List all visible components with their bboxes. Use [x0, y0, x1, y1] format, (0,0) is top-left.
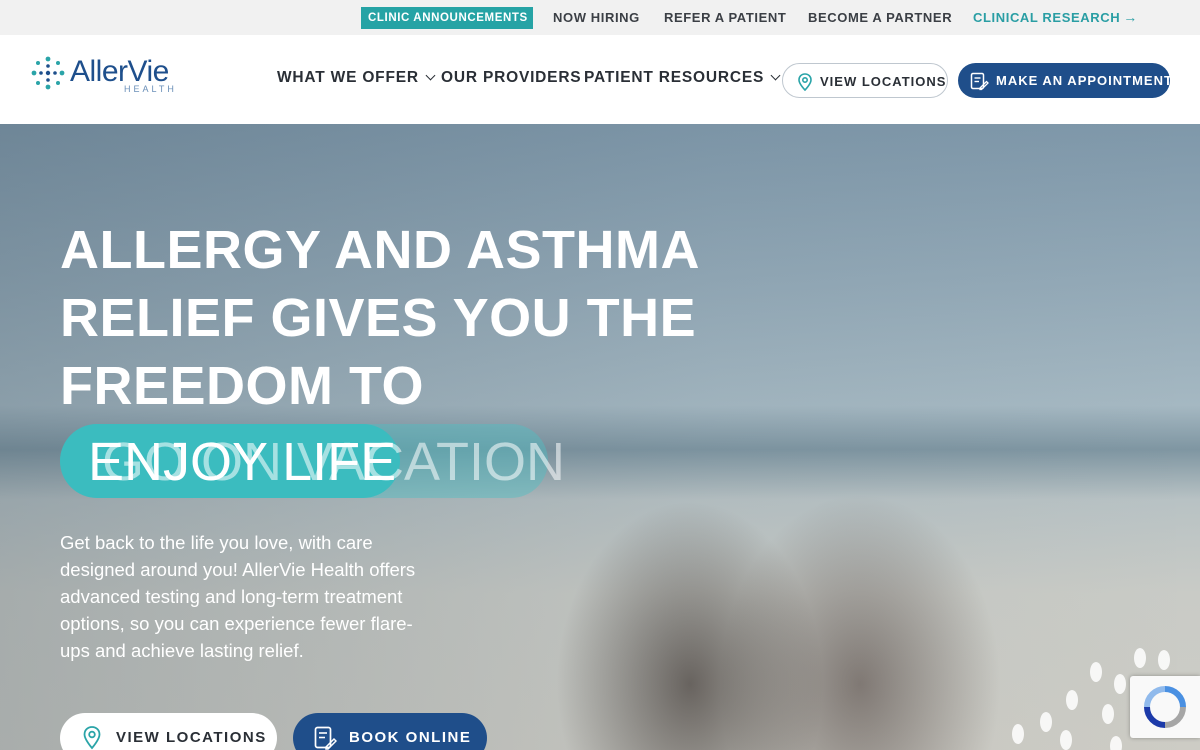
clinic-announcements-link[interactable]: CLINIC ANNOUNCEMENTS [361, 7, 533, 29]
hero-book-online-button[interactable]: BOOK ONLINE [293, 713, 487, 750]
nav-our-providers[interactable]: OUR PROVIDERS [441, 69, 581, 87]
chevron-down-icon [425, 70, 436, 81]
hero-view-locations-button[interactable]: VIEW LOCATIONS [60, 713, 277, 750]
hero-section: ALLERGY AND ASTHMA RELIEF GIVES YOU THE … [0, 124, 1200, 750]
nav-patient-resources-label: PATIENT RESOURCES [584, 69, 765, 86]
utility-bar: CLINIC ANNOUNCEMENTS NOW HIRING REFER A … [0, 0, 1200, 35]
rotating-word-active: ENJOY LIFE [88, 432, 397, 492]
hero-headline: ALLERGY AND ASTHMA RELIEF GIVES YOU THE … [60, 216, 760, 420]
clinical-research-label: CLINICAL RESEARCH [973, 10, 1121, 25]
become-partner-link[interactable]: BECOME A PARTNER [808, 0, 952, 35]
refer-patient-link[interactable]: REFER A PATIENT [664, 0, 786, 35]
logo-mark-icon [31, 56, 65, 90]
hero-book-online-label: BOOK ONLINE [349, 729, 472, 746]
chevron-down-icon [770, 70, 781, 81]
map-pin-icon [83, 726, 101, 750]
hero-view-locations-label: VIEW LOCATIONS [116, 729, 267, 746]
site-header: AllerVie HEALTH WHAT WE OFFER OUR PROVID… [0, 35, 1200, 124]
nav-what-we-offer-label: WHAT WE OFFER [277, 69, 419, 86]
nav-patient-resources[interactable]: PATIENT RESOURCES [584, 69, 781, 87]
nav-what-we-offer[interactable]: WHAT WE OFFER [277, 69, 436, 87]
recaptcha-icon [1144, 686, 1186, 728]
make-appointment-label: MAKE AN APPOINTMENT [996, 73, 1173, 88]
hero-headline-line-2: RELIEF GIVES YOU THE [60, 288, 697, 348]
clinical-research-link[interactable]: CLINICAL RESEARCH → [973, 0, 1138, 35]
view-locations-label: VIEW LOCATIONS [820, 74, 947, 89]
map-pin-icon [798, 73, 812, 92]
calendar-edit-icon [970, 72, 989, 91]
hero-headline-line-1: ALLERGY AND ASTHMA [60, 220, 700, 280]
view-locations-button[interactable]: VIEW LOCATIONS [782, 63, 948, 98]
hero-description: Get back to the life you love, with care… [60, 532, 416, 661]
now-hiring-link[interactable]: NOW HIRING [553, 0, 640, 35]
arrow-right-icon: → [1123, 9, 1138, 25]
hero-headline-line-3: FREEDOM TO [60, 356, 425, 416]
recaptcha-badge[interactable] [1130, 676, 1200, 738]
calendar-edit-icon [314, 726, 337, 750]
make-appointment-button[interactable]: MAKE AN APPOINTMENT [958, 63, 1173, 98]
allervie-logo[interactable]: AllerVie HEALTH [28, 51, 178, 101]
logo-tagline: HEALTH [124, 84, 177, 94]
